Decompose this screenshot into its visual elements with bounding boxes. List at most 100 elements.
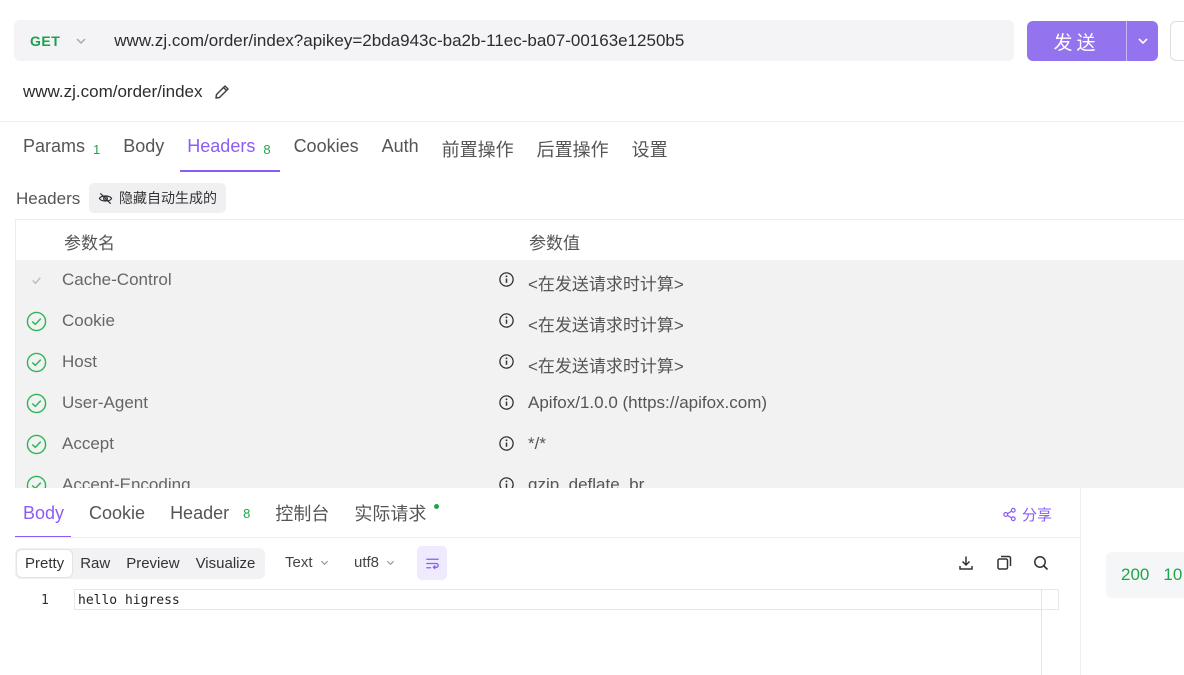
- info-icon[interactable]: [498, 312, 515, 329]
- active-line-highlight: [74, 589, 1059, 610]
- headers-section-label: Headers: [16, 189, 81, 208]
- tab-params[interactable]: Params 1: [23, 136, 100, 172]
- headers-table: 参数名 参数值 Cache-Control <在发送请求时计算> Cookie …: [15, 219, 1184, 489]
- search-icon[interactable]: [1032, 554, 1050, 572]
- check-circle-icon[interactable]: [26, 393, 47, 414]
- table-row: User-Agent Apifox/1.0.0 (https://apifox.…: [16, 383, 1184, 424]
- tab-label: Headers: [187, 136, 256, 156]
- edit-icon[interactable]: [213, 83, 231, 101]
- format-visualize[interactable]: Visualize: [188, 550, 264, 577]
- tab-label: Params: [23, 136, 86, 156]
- tab-settings[interactable]: 设置: [632, 136, 668, 172]
- tab-label: 控制台: [275, 504, 330, 524]
- url-input[interactable]: www.zj.com/order/index?apikey=2bda943c-b…: [114, 31, 684, 51]
- info-icon[interactable]: [498, 271, 515, 288]
- tab-body[interactable]: Body: [123, 136, 164, 172]
- tab-pre-processors[interactable]: 前置操作: [442, 136, 514, 172]
- method-select[interactable]: GET: [30, 33, 60, 49]
- tab-response-cookie[interactable]: Cookie: [89, 488, 145, 538]
- header-value: <在发送请求时计算>: [528, 275, 684, 294]
- check-circle-icon[interactable]: [26, 352, 47, 373]
- info-icon[interactable]: [498, 435, 515, 452]
- scrollbar[interactable]: [1041, 589, 1042, 675]
- share-label: 分享: [1022, 507, 1053, 524]
- tab-label: Body: [123, 136, 165, 156]
- response-panel: Body Cookie Header 8 控制台 实际请求 分享 Pretty R…: [0, 488, 1080, 675]
- chevron-down-icon: [386, 560, 395, 566]
- header-name: Accept-Encoding: [62, 475, 191, 489]
- request-name: www.zj.com/order/index: [23, 82, 231, 102]
- table-row: Accept */*: [16, 424, 1184, 465]
- select-value: utf8: [354, 554, 380, 571]
- tab-label: 前置操作: [441, 140, 514, 160]
- header-value: <在发送请求时计算>: [528, 357, 684, 376]
- header-name: Accept: [62, 434, 114, 453]
- response-body-editor[interactable]: 1 hello higress: [15, 589, 1060, 675]
- tab-post-processors[interactable]: 后置操作: [537, 136, 609, 172]
- tab-response-body[interactable]: Body: [14, 488, 72, 538]
- info-icon[interactable]: [498, 394, 515, 411]
- save-button[interactable]: [1170, 21, 1184, 61]
- check-circle-icon[interactable]: [26, 434, 47, 455]
- header-name: Host: [62, 352, 97, 371]
- tab-actual-request[interactable]: 实际请求: [354, 488, 440, 538]
- table-header: 参数名 参数值: [16, 220, 1184, 260]
- send-options-button[interactable]: [1127, 21, 1158, 61]
- tab-auth[interactable]: Auth: [382, 136, 419, 172]
- tab-response-header[interactable]: Header 8: [170, 488, 250, 538]
- response-meta-panel: 200 10: [1080, 488, 1184, 675]
- count-badge: 8: [243, 505, 251, 521]
- header-name: Cookie: [62, 311, 115, 330]
- url-bar: GET www.zj.com/order/index?apikey=2bda94…: [14, 20, 1014, 61]
- header-value: <在发送请求时计算>: [528, 316, 684, 335]
- content-type-select[interactable]: Text: [285, 554, 330, 571]
- request-tabs: Params 1 Body Headers 8 Cookies Auth 前置操作 …: [23, 136, 691, 172]
- tab-cookies[interactable]: Cookies: [294, 136, 359, 172]
- tab-console[interactable]: 控制台: [275, 488, 329, 538]
- check-icon[interactable]: [26, 270, 47, 291]
- count-badge: 1: [93, 142, 101, 157]
- response-time: 10: [1163, 565, 1183, 584]
- table-body: Cache-Control <在发送请求时计算> Cookie <在发送请求时计…: [16, 260, 1184, 489]
- hide-auto-generated-button[interactable]: 隐藏自动生成的: [89, 183, 226, 213]
- divider: [0, 121, 1184, 122]
- encoding-select[interactable]: utf8: [354, 554, 396, 571]
- table-row: Host <在发送请求时计算>: [16, 342, 1184, 383]
- copy-icon[interactable]: [995, 554, 1013, 572]
- tab-label: Body: [23, 502, 65, 523]
- share-button[interactable]: 分享: [1002, 504, 1052, 525]
- header-value: */*: [528, 434, 546, 453]
- format-pretty[interactable]: Pretty: [17, 550, 73, 577]
- tab-headers[interactable]: Headers 8: [180, 136, 280, 172]
- request-title: www.zj.com/order/index: [23, 82, 203, 101]
- tab-label: 实际请求: [354, 504, 427, 524]
- divider: [15, 537, 1080, 538]
- check-circle-icon[interactable]: [26, 311, 47, 332]
- check-circle-icon[interactable]: [26, 475, 47, 489]
- send-button[interactable]: 发送: [1027, 21, 1126, 61]
- chevron-down-icon[interactable]: [74, 34, 88, 48]
- send-button-group: 发送: [1027, 21, 1158, 61]
- chevron-down-icon: [320, 560, 328, 566]
- table-row: Cache-Control <在发送请求时计算>: [16, 260, 1184, 301]
- chevron-down-icon: [1137, 38, 1148, 45]
- info-icon[interactable]: [498, 353, 515, 370]
- header-name: Cache-Control: [62, 270, 172, 289]
- tab-label: Cookie: [89, 502, 146, 523]
- format-switcher: Pretty Raw Preview Visualize: [15, 548, 266, 579]
- tab-label: Cookies: [293, 136, 359, 156]
- response-tabs: Body Cookie Header 8 控制台 实际请求: [14, 488, 464, 538]
- tab-label: Header: [170, 502, 230, 523]
- column-header-name: 参数名: [64, 234, 115, 253]
- header-value: gzip, deflate, br: [528, 475, 645, 489]
- hide-auto-label: 隐藏自动生成的: [119, 190, 217, 206]
- download-icon[interactable]: [957, 554, 975, 572]
- status-dot: [434, 503, 440, 509]
- share-icon: [1003, 507, 1016, 522]
- status-code: 200: [1121, 565, 1150, 584]
- word-wrap-button[interactable]: [417, 546, 447, 580]
- tab-label: Auth: [381, 136, 419, 156]
- format-raw[interactable]: Raw: [72, 550, 118, 577]
- format-preview[interactable]: Preview: [118, 550, 187, 577]
- response-body-text: hello higress: [78, 593, 180, 608]
